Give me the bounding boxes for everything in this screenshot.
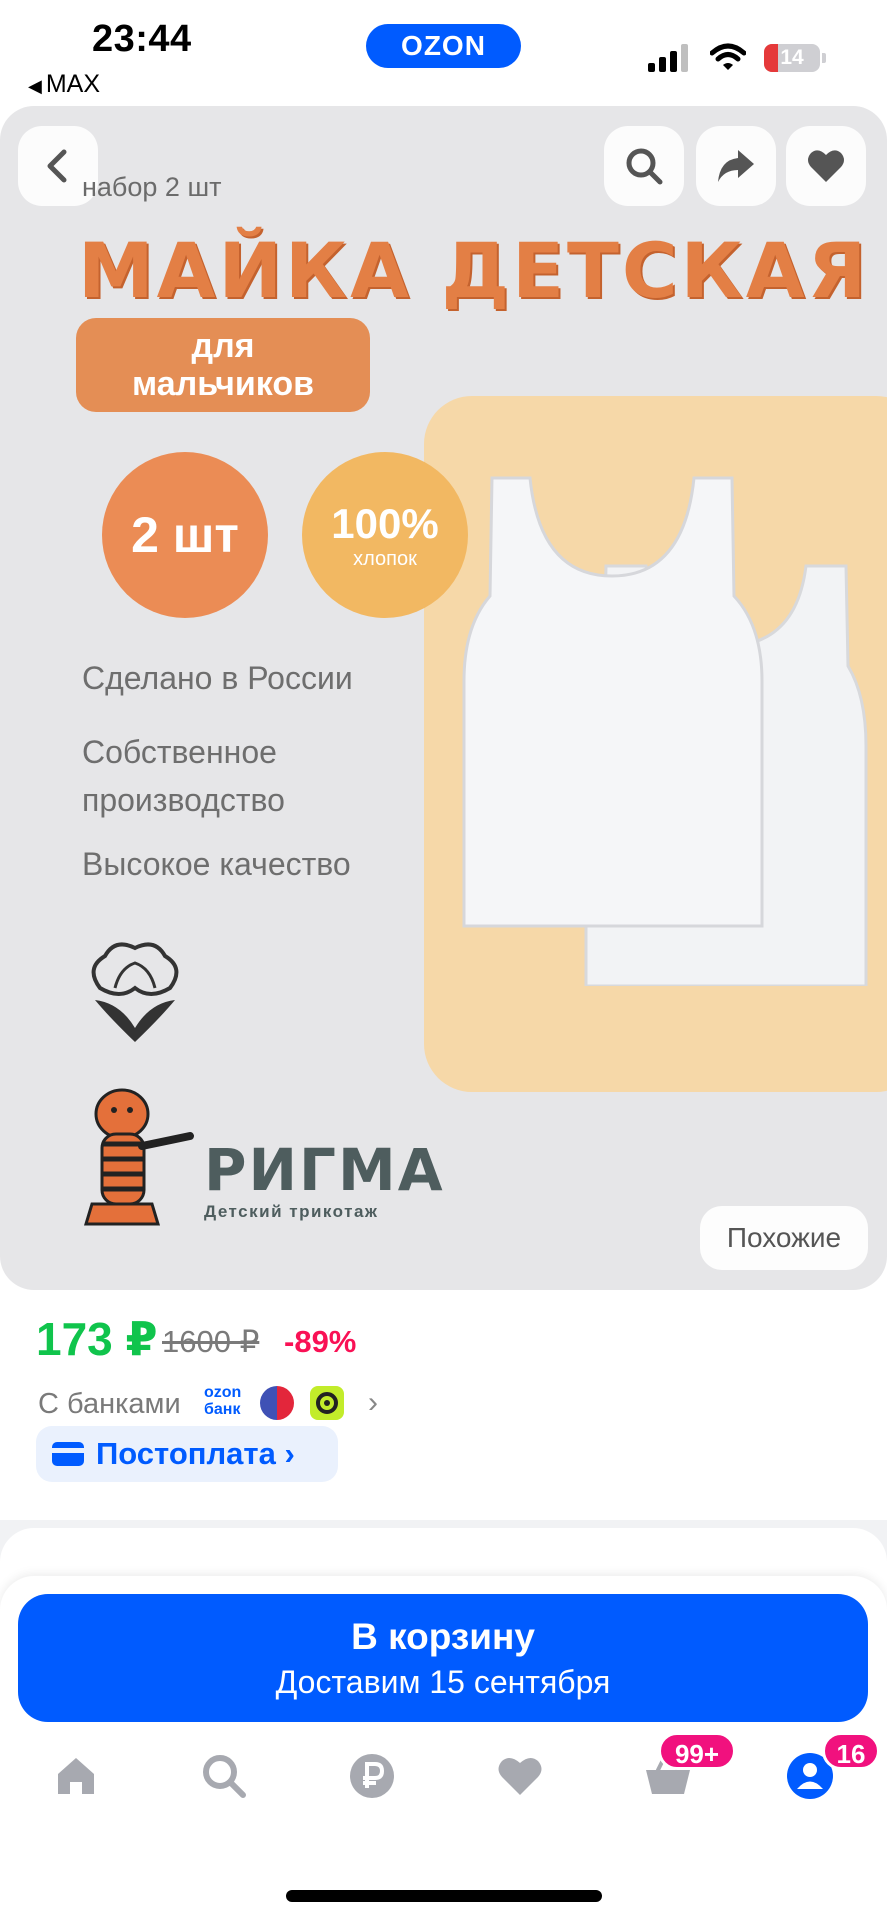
bank-logo-icon (260, 1386, 294, 1420)
delivery-date: Доставим 15 сентября (275, 1664, 611, 1700)
tiger-mascot-logo (83, 1088, 194, 1226)
banks-label[interactable]: С банками (38, 1388, 181, 1421)
favorite-button[interactable] (786, 126, 866, 206)
add-to-cart-button[interactable]: В корзину Доставим 15 сентября (18, 1594, 868, 1722)
current-price: 173 ₽ (36, 1313, 158, 1365)
bottom-panel: В корзину Доставим 15 сентября 99+ 16 (0, 1576, 887, 1920)
tank-top-front-image (462, 476, 764, 928)
cotton-circle: 100% хлопок (302, 452, 468, 618)
profile-count-badge: 16 (822, 1732, 880, 1770)
back-app-label: MAX (45, 70, 101, 98)
heart-icon (808, 150, 844, 182)
feature-own-production-2: производство (82, 782, 285, 818)
product-image-gallery[interactable]: набор 2 шт МАЙКА ДЕТСКАЯ для мальчиков 2… (0, 106, 887, 1290)
price-card: 173 ₽ 1600 ₽ -89% С банками ozon банк › … (0, 1290, 887, 1520)
status-bar: 23:44 ◀ MAX OZON 14 (0, 0, 887, 106)
home-icon (58, 1758, 94, 1794)
for-boys-badge: для мальчиков (76, 318, 370, 412)
share-button[interactable] (696, 126, 776, 206)
wifi-icon (710, 43, 746, 70)
chevron-right-icon[interactable]: › (368, 1386, 378, 1420)
home-indicator[interactable] (286, 1890, 602, 1902)
image-title: МАЙКА ДЕТСКАЯ (78, 226, 870, 315)
feature-made-in-russia: Сделано в России (82, 660, 353, 696)
ozon-bank-line2: банк (204, 1401, 241, 1418)
feature-high-quality: Высокое качество (82, 846, 351, 882)
count-circle: 2 шт (102, 452, 268, 618)
app-indicator-pill: OZON (366, 24, 521, 68)
for-boys-line1: для (191, 327, 255, 365)
ruble-icon (350, 1754, 394, 1798)
discount-percent: -89% (284, 1324, 357, 1359)
ozon-bank-logo: ozon банк (204, 1384, 241, 1418)
postpay-button[interactable]: Постоплата › (36, 1426, 338, 1482)
tab-favorites[interactable] (490, 1746, 550, 1806)
battery-icon: 14 (764, 44, 826, 72)
brand-name: РИГМА (204, 1136, 445, 1204)
card-icon (52, 1442, 84, 1466)
similar-button[interactable]: Похожие (700, 1206, 868, 1270)
battery-level: 14 (780, 46, 804, 69)
heart-icon (498, 1757, 542, 1795)
postpay-label: Постоплата › (96, 1436, 295, 1471)
for-boys-line2: мальчиков (131, 365, 314, 403)
cotton-label: хлопок (353, 548, 417, 570)
back-to-app-link[interactable]: ◀ MAX (28, 70, 100, 99)
brand-logo: РИГМА Детский трикотаж (204, 1136, 445, 1222)
cart-count-badge: 99+ (658, 1732, 736, 1770)
ozon-bank-line1: ozon (204, 1384, 242, 1401)
tab-home[interactable] (46, 1746, 106, 1806)
cellular-signal-icon (648, 44, 690, 72)
brand-tagline: Детский трикотаж (204, 1202, 379, 1221)
status-time: 23:44 (92, 18, 192, 60)
add-to-cart-label: В корзину (351, 1616, 535, 1657)
bank-logo-icon (310, 1386, 344, 1420)
share-arrow-icon (718, 150, 754, 182)
back-triangle-icon: ◀ (28, 76, 42, 96)
cotton-percent: 100% (331, 500, 439, 547)
chevron-left-icon (47, 149, 67, 183)
tab-search[interactable] (194, 1746, 254, 1806)
search-button[interactable] (604, 126, 684, 206)
tab-finance[interactable] (342, 1746, 402, 1806)
feature-own-production-1: Собственное (82, 734, 277, 770)
cotton-flower-icon (91, 942, 179, 1042)
image-subtitle: набор 2 шт (82, 172, 222, 202)
search-icon (203, 1755, 246, 1798)
old-price: 1600 ₽ (162, 1324, 260, 1359)
search-icon (626, 148, 663, 185)
